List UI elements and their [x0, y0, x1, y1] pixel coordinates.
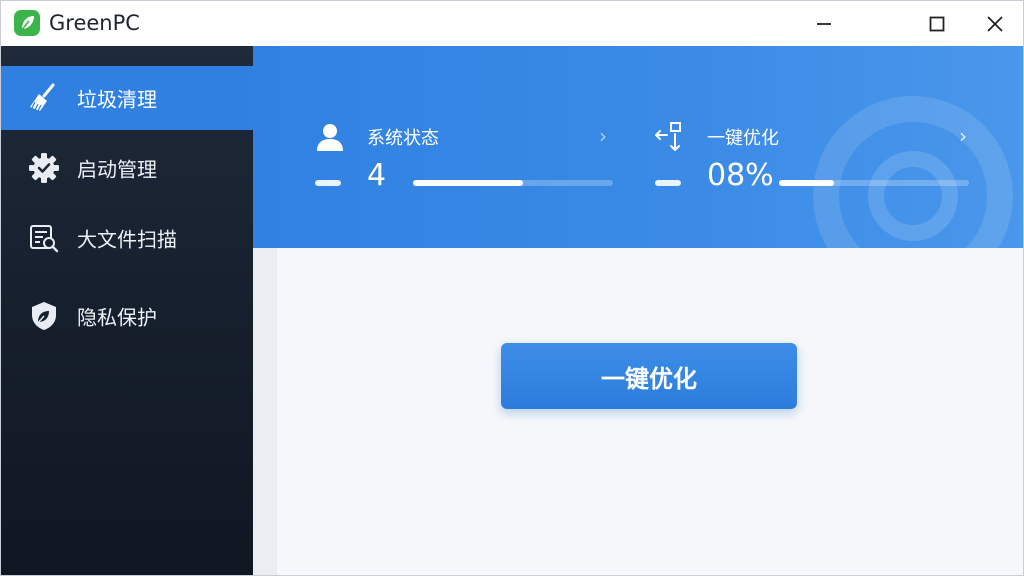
system-status-label: 系统状态	[367, 128, 439, 149]
system-status-progress	[413, 180, 613, 186]
system-status-progress-fill	[413, 180, 523, 186]
main-content: 一键优化	[253, 248, 1023, 575]
title-bar[interactable]: GreenPC	[1, 1, 1023, 46]
sidebar-item-privacy[interactable]: 隐私保护	[1, 284, 253, 348]
system-status-card[interactable]: 系统状态 › 4	[313, 116, 613, 196]
system-status-value: 4	[367, 158, 387, 193]
app-window: GreenPC 垃圾清理 启动管理 大文件扫描 隐私保护 系统状态 › 4 一键…	[0, 0, 1024, 576]
quick-optimize-value: 08%	[707, 158, 774, 193]
sidebar-item-startup[interactable]: 启动管理	[1, 136, 253, 200]
broom-icon	[27, 81, 61, 115]
quick-optimize-progress	[779, 180, 969, 186]
quick-optimize-label: 一键优化	[707, 128, 779, 149]
leaf-logo-icon	[14, 10, 40, 36]
sidebar-item-label: 隐私保护	[77, 305, 157, 330]
status-dash	[315, 180, 341, 186]
close-icon	[987, 15, 1003, 32]
file-search-icon	[27, 221, 61, 255]
status-header: 系统状态 › 4 一键优化 › 08%	[253, 46, 1023, 248]
maximize-icon	[929, 16, 945, 31]
minimize-button[interactable]	[795, 1, 853, 46]
user-icon	[313, 120, 347, 154]
gear-icon	[27, 151, 61, 185]
sidebar-item-label: 启动管理	[77, 157, 157, 182]
status-dash	[655, 180, 681, 186]
minimize-icon	[817, 22, 831, 25]
close-button[interactable]	[966, 1, 1023, 46]
quick-optimize-progress-fill	[779, 180, 835, 186]
maximize-button[interactable]	[908, 1, 966, 46]
sidebar-item-junk-clean[interactable]: 垃圾清理	[1, 66, 253, 130]
transfer-icon	[653, 120, 687, 154]
sidebar-item-large-file-scan[interactable]: 大文件扫描	[1, 206, 253, 270]
optimize-button[interactable]: 一键优化	[501, 343, 797, 409]
quick-optimize-card[interactable]: 一键优化 › 08%	[653, 116, 973, 196]
chevron-right-icon: ›	[599, 124, 607, 148]
chevron-right-icon: ›	[959, 124, 967, 148]
sidebar-item-label: 垃圾清理	[77, 87, 157, 112]
app-title: GreenPC	[49, 11, 140, 35]
sidebar: 垃圾清理 启动管理 大文件扫描 隐私保护	[1, 46, 253, 575]
shield-leaf-icon	[27, 299, 61, 333]
sidebar-item-label: 大文件扫描	[77, 227, 177, 252]
content-edge	[253, 248, 277, 575]
